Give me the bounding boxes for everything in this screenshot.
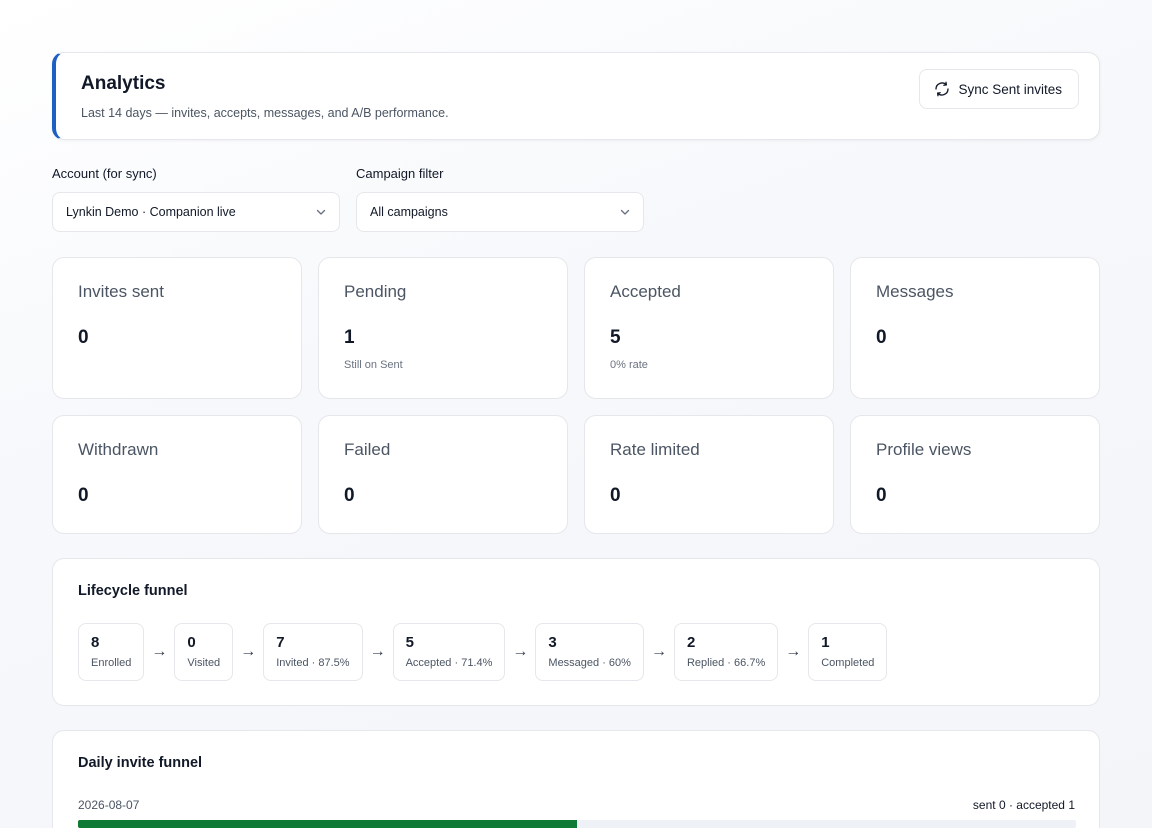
page-title: Analytics: [81, 73, 166, 94]
stat-label: Pending: [344, 282, 407, 301]
funnel-step-enrolled: 8 Enrolled: [78, 623, 145, 681]
stat-label: Failed: [344, 440, 391, 459]
funnel-step-count: 0: [187, 634, 196, 651]
stat-label: Profile views: [876, 440, 972, 459]
stat-label: Messages: [876, 282, 954, 301]
stat-label: Accepted: [610, 282, 681, 301]
account-filter: Account (for sync) Lynkin Demo · Compani…: [52, 166, 340, 232]
stat-value: 0: [876, 485, 887, 506]
sync-button-label: Sync Sent invites: [958, 81, 1062, 97]
funnel-step-invited: 7 Invited · 87.5%: [263, 623, 363, 681]
stat-value: 0: [78, 327, 89, 348]
stat-value: 0: [610, 485, 621, 506]
stat-card-withdrawn: Withdrawn 0: [52, 415, 302, 534]
daily-row-date: 2026-08-07: [78, 798, 140, 812]
funnel-step-label: Visited: [187, 657, 221, 669]
lifecycle-funnel-title: Lifecycle funnel: [78, 583, 188, 599]
funnel-step-label: Completed: [821, 657, 875, 669]
stat-value: 5: [610, 327, 621, 348]
arrow-right-icon: →: [512, 643, 529, 660]
stat-card-pending: Pending 1 Still on Sent: [318, 257, 568, 399]
campaign-filter-label: Campaign filter: [356, 166, 444, 181]
funnel-step-count: 8: [91, 634, 100, 651]
account-filter-label: Account (for sync): [52, 166, 157, 181]
stat-label: Rate limited: [610, 440, 700, 459]
chevron-down-icon: [316, 209, 326, 215]
stat-value: 0: [344, 485, 355, 506]
stat-card-invites-sent: Invites sent 0: [52, 257, 302, 399]
funnel-step-messaged: 3 Messaged · 60%: [535, 623, 644, 681]
funnel-step-accepted: 5 Accepted · 71.4%: [392, 623, 506, 681]
stat-note: Still on Sent: [344, 359, 403, 371]
daily-progress-fill: [78, 820, 577, 828]
arrow-right-icon: →: [151, 643, 168, 660]
stat-card-messages: Messages 0: [850, 257, 1100, 399]
arrow-right-icon: →: [785, 643, 802, 660]
arrow-right-icon: →: [650, 643, 667, 660]
stat-label: Withdrawn: [78, 440, 159, 459]
sync-sent-invites-button[interactable]: Sync Sent invites: [919, 69, 1079, 109]
stat-value: 0: [876, 327, 887, 348]
page-subtitle: Last 14 days — invites, accepts, message…: [81, 106, 449, 120]
funnel-step-replied: 2 Replied · 66.7%: [673, 623, 779, 681]
stat-value: 0: [78, 485, 89, 506]
chevron-down-icon: [620, 209, 630, 215]
campaign-filter: Campaign filter All campaigns: [356, 166, 644, 232]
campaign-select-value: All campaigns: [370, 205, 448, 219]
funnel-step-count: 2: [686, 634, 696, 651]
stat-card-failed: Failed 0: [318, 415, 568, 534]
funnel-step-count: 3: [548, 634, 557, 651]
funnel-step-count: 7: [276, 634, 285, 651]
daily-invite-funnel-card: Daily invite funnel 2026-08-07 sent 0 · …: [52, 730, 1100, 828]
funnel-step-label: Accepted · 71.4%: [405, 657, 493, 669]
arrow-right-icon: →: [240, 643, 257, 660]
arrow-right-icon: →: [369, 643, 386, 660]
analytics-header: Analytics Last 14 days — invites, accept…: [52, 52, 1100, 140]
funnel-step-count: 1: [821, 634, 830, 651]
daily-row-summary: sent 0 · accepted 1: [972, 798, 1075, 812]
daily-funnel-title: Daily invite funnel: [78, 755, 203, 771]
stat-card-profile-views: Profile views 0: [850, 415, 1100, 534]
stat-card-rate-limited: Rate limited 0: [584, 415, 834, 534]
funnel-step-visited: 0 Visited: [174, 623, 234, 681]
funnel-step-label: Invited · 87.5%: [276, 657, 350, 669]
funnel-step-label: Replied · 66.7%: [686, 657, 766, 669]
funnel-step-completed: 1 Completed: [808, 623, 888, 681]
lifecycle-funnel-card: Lifecycle funnel 8 Enrolled → 0 Visited …: [52, 558, 1100, 706]
campaign-select[interactable]: All campaigns: [356, 192, 644, 232]
funnel-step-label: Messaged · 60%: [548, 657, 631, 669]
funnel-step-count: 5: [405, 634, 414, 651]
daily-progress-track: [78, 820, 1076, 828]
lifecycle-funnel-steps: 8 Enrolled → 0 Visited → 7 Invited · 87.…: [78, 623, 888, 681]
stat-note: 0% rate: [610, 359, 648, 371]
stat-value: 1: [344, 327, 355, 348]
refresh-icon: [935, 81, 950, 97]
account-select-value: Lynkin Demo · Companion live: [66, 205, 236, 219]
stat-card-accepted: Accepted 5 0% rate: [584, 257, 834, 399]
analytics-page: Analytics Last 14 days — invites, accept…: [0, 0, 1152, 828]
stat-label: Invites sent: [78, 282, 164, 301]
funnel-step-label: Enrolled: [91, 657, 132, 669]
account-select[interactable]: Lynkin Demo · Companion live: [52, 192, 340, 232]
